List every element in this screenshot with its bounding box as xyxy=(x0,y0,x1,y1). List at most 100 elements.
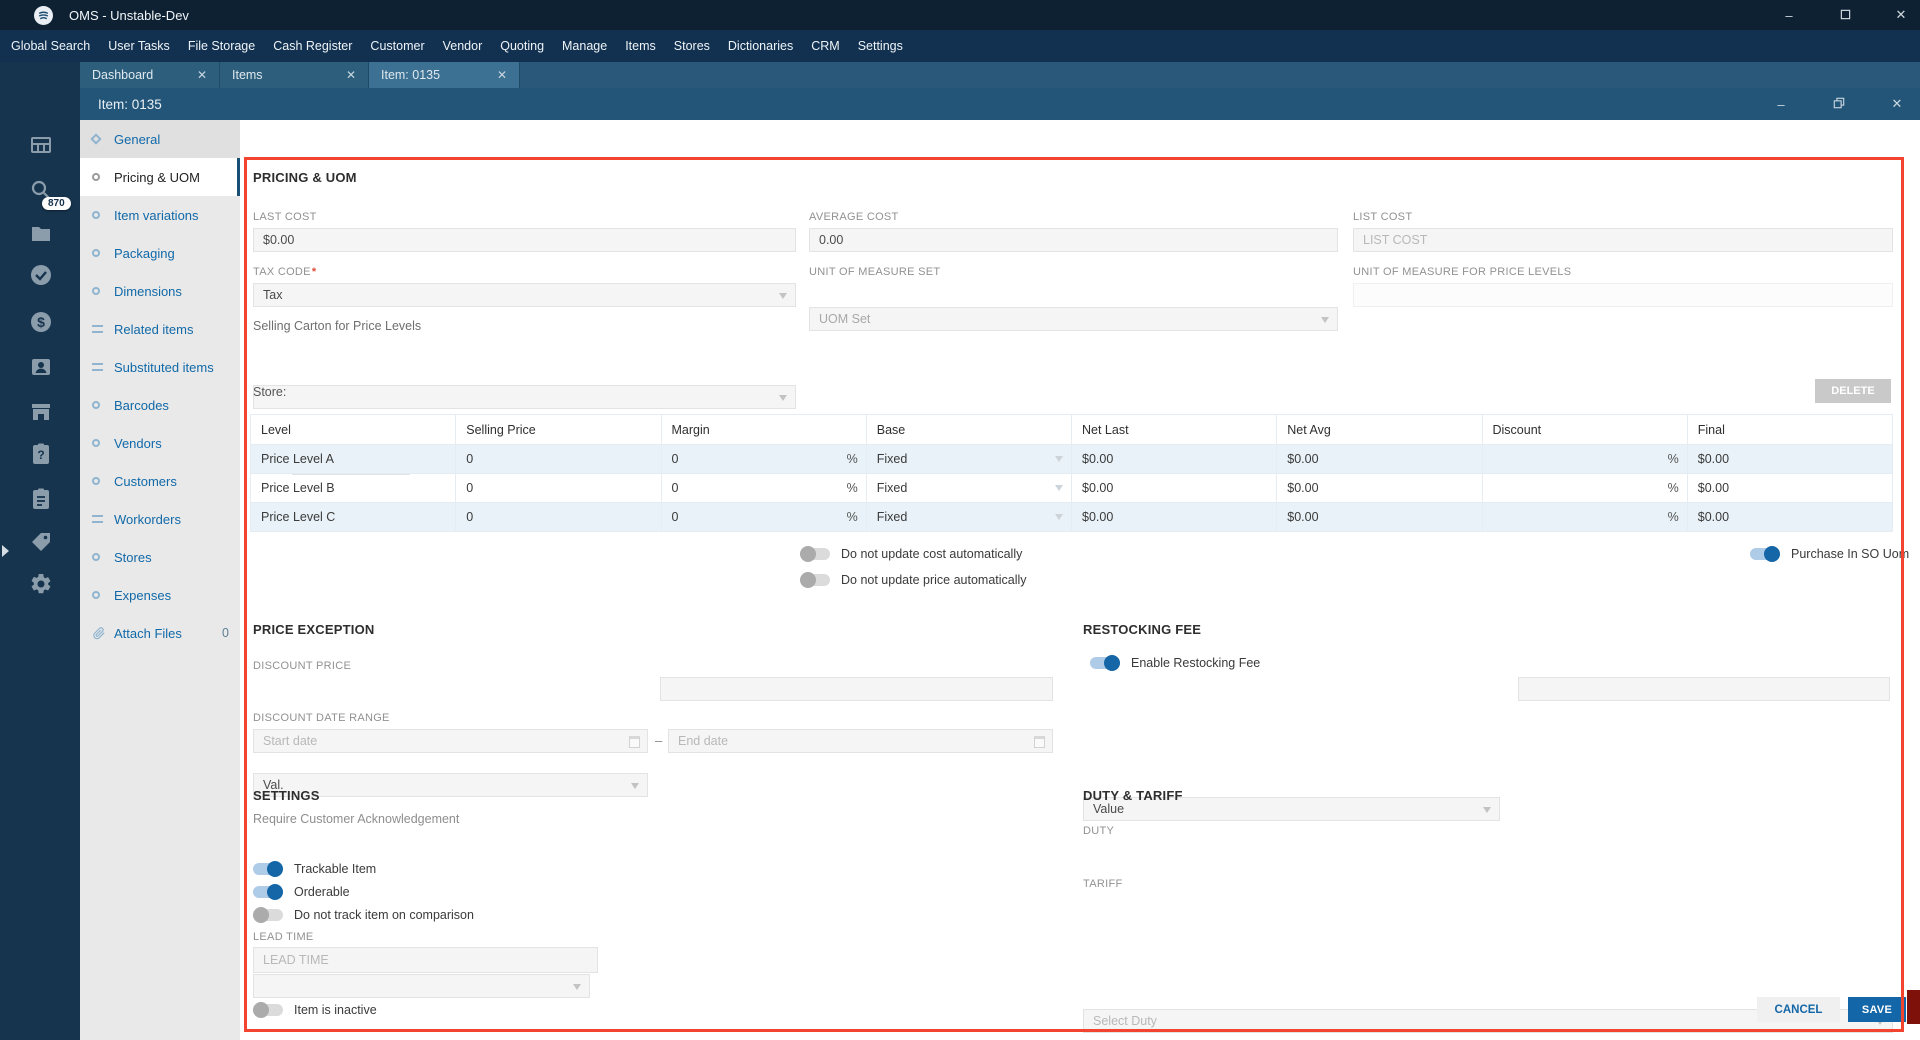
menu-global-search[interactable]: Global Search xyxy=(2,30,99,62)
col-base: Base xyxy=(865,414,1073,445)
tag-icon[interactable] xyxy=(28,529,54,555)
tasks-check-icon[interactable] xyxy=(28,262,54,288)
sidebar-item-workorders[interactable]: Workorders xyxy=(80,500,240,538)
chevron-down-icon xyxy=(779,293,787,299)
selling-price-cell[interactable]: 0 xyxy=(455,444,662,474)
circle-icon xyxy=(92,439,114,447)
tab-items[interactable]: Items ✕ xyxy=(220,62,369,88)
minimize-icon[interactable]: – xyxy=(1778,8,1800,23)
sidebar-item-customers[interactable]: Customers xyxy=(80,462,240,500)
menu-stores[interactable]: Stores xyxy=(665,30,719,62)
sidebar-item-pricing-uom[interactable]: Pricing & UOM xyxy=(80,158,240,196)
last-cost-label: LAST COST xyxy=(253,211,317,223)
store-icon[interactable] xyxy=(28,399,54,425)
contact-icon[interactable] xyxy=(28,354,54,380)
chevron-down-icon xyxy=(1483,807,1491,813)
sidebar-item-attach-files[interactable]: Attach Files 0 xyxy=(80,614,240,652)
close-icon[interactable]: ✕ xyxy=(167,68,207,82)
calendar-icon[interactable] xyxy=(1034,736,1045,748)
base-dropdown-cell[interactable]: Fixed xyxy=(865,502,1073,532)
menu-settings[interactable]: Settings xyxy=(849,30,912,62)
toggle-off[interactable] xyxy=(800,572,830,588)
margin-cell[interactable]: 0% xyxy=(660,444,867,474)
sidebar-item-dimensions[interactable]: Dimensions xyxy=(80,272,240,310)
menu-dictionaries[interactable]: Dictionaries xyxy=(719,30,802,62)
clipboard-question-icon[interactable]: ? xyxy=(28,441,54,467)
menu-manage[interactable]: Manage xyxy=(553,30,616,62)
require-ack-dropdown[interactable] xyxy=(253,974,590,998)
restore-icon[interactable] xyxy=(1828,97,1850,112)
uom-price-levels-input[interactable] xyxy=(1353,283,1893,307)
money-icon[interactable]: $ xyxy=(28,309,54,335)
close-icon[interactable]: ✕ xyxy=(1886,96,1908,112)
calendar-icon[interactable] xyxy=(629,736,640,748)
menu-customer[interactable]: Customer xyxy=(361,30,433,62)
sidebar-item-packaging[interactable]: Packaging xyxy=(80,234,240,272)
selling-carton-dropdown[interactable] xyxy=(253,385,796,409)
menu-crm[interactable]: CRM xyxy=(802,30,848,62)
close-icon[interactable]: ✕ xyxy=(316,68,356,82)
sidebar-item-vendors[interactable]: Vendors xyxy=(80,424,240,462)
maximize-icon[interactable] xyxy=(1834,8,1856,23)
menu-user-tasks[interactable]: User Tasks xyxy=(99,30,179,62)
base-dropdown-cell[interactable]: Fixed xyxy=(865,444,1073,474)
tax-code-dropdown[interactable]: Tax xyxy=(253,283,796,307)
discount-cell[interactable]: % xyxy=(1481,502,1688,532)
menu-cash-register[interactable]: Cash Register xyxy=(264,30,361,62)
toggle-off[interactable] xyxy=(253,1002,283,1018)
discount-cell[interactable]: % xyxy=(1481,473,1688,503)
toggle-on[interactable] xyxy=(1750,546,1780,562)
close-icon[interactable]: ✕ xyxy=(1890,7,1912,23)
delete-button[interactable]: DELETE xyxy=(1815,379,1891,403)
list-cost-input[interactable]: LIST COST xyxy=(1353,228,1893,252)
sidebar-item-stores[interactable]: Stores xyxy=(80,538,240,576)
discount-cell[interactable]: % xyxy=(1481,444,1688,474)
average-cost-input[interactable]: 0.00 xyxy=(809,228,1338,252)
toggle-on[interactable] xyxy=(253,884,283,900)
sidebar-item-expenses[interactable]: Expenses xyxy=(80,576,240,614)
margin-cell[interactable]: 0% xyxy=(660,473,867,503)
cancel-button[interactable]: CANCEL xyxy=(1757,997,1840,1022)
dashboard-icon[interactable] xyxy=(28,132,54,158)
discount-price-value-input[interactable] xyxy=(660,677,1053,701)
toggle-on[interactable] xyxy=(253,861,283,877)
toggle-off[interactable] xyxy=(800,546,830,562)
minimize-icon[interactable]: – xyxy=(1770,97,1792,112)
sidebar-item-general[interactable]: General xyxy=(80,120,240,158)
menu-vendor[interactable]: Vendor xyxy=(434,30,492,62)
equals-icon xyxy=(92,325,114,334)
uom-set-dropdown[interactable]: UOM Set xyxy=(809,307,1338,331)
close-icon[interactable]: ✕ xyxy=(467,68,507,82)
selling-price-cell[interactable]: 0 xyxy=(455,502,662,532)
last-cost-input[interactable]: $0.00 xyxy=(253,228,796,252)
folder-icon[interactable] xyxy=(28,221,54,247)
menu-file-storage[interactable]: File Storage xyxy=(179,30,264,62)
margin-cell[interactable]: 0% xyxy=(660,502,867,532)
restocking-fee-value-input[interactable] xyxy=(1518,677,1890,701)
orderable-toggle-row: Orderable xyxy=(253,884,350,900)
menu-quoting[interactable]: Quoting xyxy=(491,30,553,62)
lead-time-input[interactable]: LEAD TIME xyxy=(253,947,598,973)
sidebar-item-item-variations[interactable]: Item variations xyxy=(80,196,240,234)
start-date-input[interactable]: Start date xyxy=(253,729,648,753)
net-avg-cell: $0.00 xyxy=(1276,444,1483,474)
toggle-on[interactable] xyxy=(1090,655,1120,671)
uom-price-levels-label: UNIT OF MEASURE FOR PRICE LEVELS xyxy=(1353,266,1572,278)
gear-icon[interactable] xyxy=(28,571,54,597)
save-button[interactable]: SAVE xyxy=(1848,997,1906,1022)
base-dropdown-cell[interactable]: Fixed xyxy=(865,473,1073,503)
end-date-input[interactable]: End date xyxy=(668,729,1053,753)
col-net-avg: Net Avg xyxy=(1276,414,1483,445)
sidebar-item-substituted-items[interactable]: Substituted items xyxy=(80,348,240,386)
pricing-uom-panel xyxy=(240,120,1920,1040)
tab-dashboard[interactable]: Dashboard ✕ xyxy=(80,62,220,88)
sidebar-item-barcodes[interactable]: Barcodes xyxy=(80,386,240,424)
clipboard-list-icon[interactable] xyxy=(28,486,54,512)
sidebar-item-related-items[interactable]: Related items xyxy=(80,310,240,348)
discount-price-label: DISCOUNT PRICE xyxy=(253,660,352,672)
tab-item-0135[interactable]: Item: 0135 ✕ xyxy=(369,62,520,88)
menu-items[interactable]: Items xyxy=(616,30,665,62)
sidebar-expand-arrow-icon[interactable] xyxy=(2,545,9,557)
toggle-off[interactable] xyxy=(253,907,283,923)
selling-price-cell[interactable]: 0 xyxy=(455,473,662,503)
